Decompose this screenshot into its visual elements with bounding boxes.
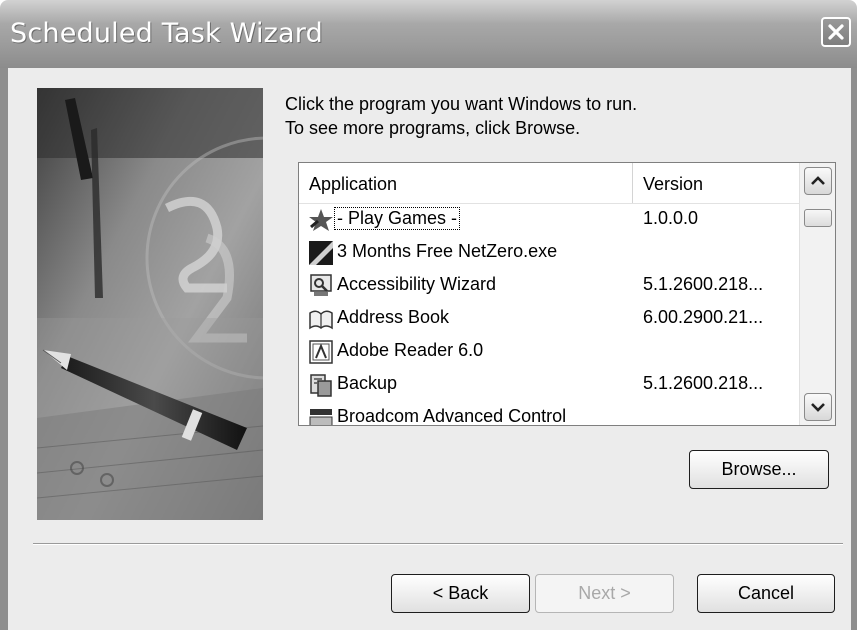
list-item[interactable]: 3 Months Free NetZero.exe: [299, 237, 799, 270]
list-item-version: 1.0.0.0: [643, 208, 699, 228]
wizard-body: Click the program you want Windows to ru…: [8, 68, 851, 630]
list-item-name: Address Book: [337, 307, 450, 327]
backup-icon: [310, 374, 332, 397]
list-item-version: 5.1.2600.218...: [643, 274, 764, 294]
list-item-name: Broadcom Advanced Control: [337, 406, 567, 426]
broadcom-icon: [309, 409, 333, 425]
netzero-icon: [309, 241, 333, 265]
scroll-up-icon: [811, 176, 825, 185]
list-item-name: Backup: [337, 373, 398, 393]
window-border-right: [851, 68, 857, 630]
list-item[interactable]: Backup 5.1.2600.218...: [299, 369, 799, 402]
scheduled-task-wizard-window: Scheduled Task Wizard Click the program …: [0, 0, 857, 630]
instruction-line-1: Click the program you want Windows to ru…: [285, 94, 638, 114]
cancel-button[interactable]: Cancel: [697, 574, 835, 613]
window-title: Scheduled Task Wizard: [10, 18, 323, 49]
list-item-name: Accessibility Wizard: [337, 274, 497, 294]
list-header: Application Version: [299, 163, 799, 204]
close-button[interactable]: [821, 17, 851, 47]
adobe-reader-icon: [309, 340, 333, 364]
scroll-up-button[interactable]: [804, 167, 832, 195]
list-item-version: 6.00.2900.21...: [643, 307, 764, 327]
title-bar[interactable]: Scheduled Task Wizard: [0, 0, 857, 68]
program-list[interactable]: Application Version - Play Games - 1.0.0…: [298, 162, 836, 426]
list-item-name: - Play Games -: [333, 207, 461, 230]
scroll-thumb[interactable]: [804, 209, 832, 227]
scroll-down-button[interactable]: [804, 393, 832, 421]
list-item[interactable]: Adobe Reader 6.0: [299, 336, 799, 369]
next-button: Next >: [535, 574, 674, 613]
close-icon: [828, 24, 844, 40]
column-header-application[interactable]: Application: [299, 163, 633, 203]
list-item-version: 5.1.2600.218...: [643, 373, 764, 393]
instruction-line-2: To see more programs, click Browse.: [285, 118, 581, 138]
column-header-version[interactable]: Version: [633, 163, 799, 203]
browse-button[interactable]: Browse...: [689, 450, 829, 489]
back-button[interactable]: < Back: [391, 574, 530, 613]
clock-and-pen-image: [37, 88, 263, 520]
list-item-name: Adobe Reader 6.0: [337, 340, 484, 360]
address-book-icon: [309, 310, 333, 330]
list-body: - Play Games - 1.0.0.0 3 Months Free Net…: [299, 204, 799, 426]
list-item-name: 3 Months Free NetZero.exe: [337, 241, 558, 261]
window-border-left: [0, 68, 8, 630]
star-icon: [309, 209, 333, 231]
accessibility-wizard-icon: [310, 274, 332, 296]
scroll-down-icon: [811, 403, 825, 412]
wizard-illustration: [37, 88, 263, 520]
divider: [33, 543, 843, 545]
list-item[interactable]: Accessibility Wizard 5.1.2600.218...: [299, 270, 799, 303]
list-item[interactable]: Address Book 6.00.2900.21...: [299, 303, 799, 336]
list-item[interactable]: - Play Games - 1.0.0.0: [299, 204, 799, 237]
vertical-scrollbar[interactable]: [799, 163, 835, 425]
list-item[interactable]: Broadcom Advanced Control: [299, 402, 799, 426]
